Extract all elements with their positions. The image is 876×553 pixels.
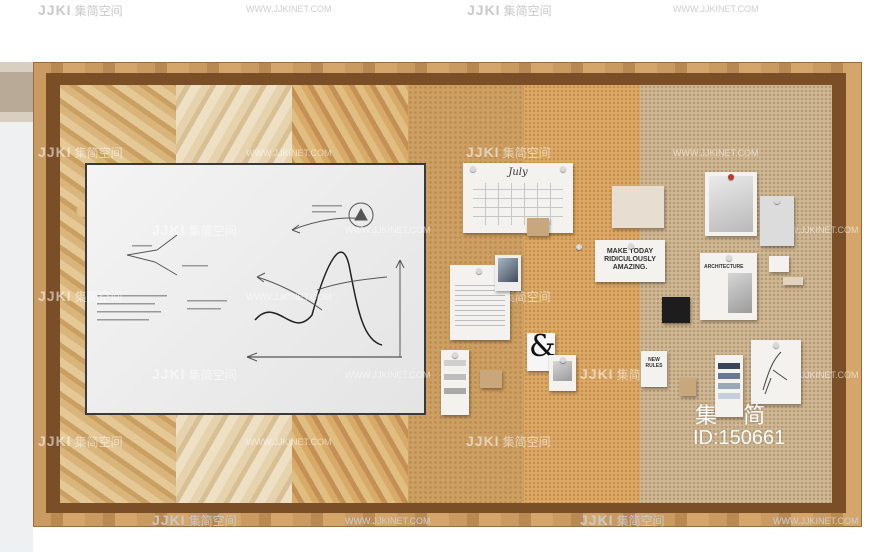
top-watermark-logo-2: JJKI 集简空间 — [467, 2, 552, 18]
photo-image — [498, 258, 518, 282]
board-watermark-logo-9: JJKI 集简空间 — [466, 144, 551, 160]
pin — [452, 352, 458, 358]
note-tag-3 — [680, 378, 696, 396]
board-watermark-logo-7: JJKI 集简空间 — [466, 433, 551, 449]
small-poster-text: NEW RULES — [645, 357, 663, 369]
dark-pattern-card — [662, 297, 690, 323]
id-watermark-chars: 集 简 — [695, 403, 776, 428]
figure-sketch-drawing — [762, 351, 788, 395]
figure-sketch — [751, 340, 801, 404]
pin — [773, 342, 779, 348]
sketch-image — [553, 361, 572, 381]
text-lines — [455, 285, 505, 330]
window — [0, 122, 33, 552]
note-tag — [527, 218, 549, 236]
calendar-grid — [473, 183, 563, 225]
architecture-card-text: ARCHITECTURE — [704, 264, 744, 270]
board-watermark-url-7: WWW.JJKINET.COM — [673, 148, 759, 158]
board-watermark-logo-1: JJKI 集简空间 — [152, 222, 237, 238]
pin — [774, 198, 780, 204]
board-watermark-url-6: WWW.JJKINET.COM — [246, 148, 332, 158]
small-white-note — [769, 256, 789, 272]
pin — [560, 166, 566, 172]
calendar-sheet: July — [463, 163, 573, 233]
pin — [560, 357, 566, 363]
pin — [476, 268, 482, 274]
wall-stripe — [0, 72, 35, 112]
board-watermark-logo-4: JJKI 集简空间 — [152, 366, 237, 382]
pin — [576, 244, 582, 250]
note-tag-2 — [480, 370, 502, 388]
swatch — [444, 360, 466, 366]
swatch-card — [441, 350, 469, 415]
board-watermark-url-1: WWW.JJKINET.COM — [345, 225, 431, 235]
board-watermark-logo-8: JJKI 集简空间 — [38, 144, 123, 160]
bottom-watermark-logo-2: JJKI 集简空间 — [580, 512, 665, 528]
id-watermark-code: ID:150661 — [693, 427, 786, 449]
small-poster: NEW RULES — [641, 351, 667, 387]
top-watermark-url-2: WWW.JJKINET.COM — [673, 4, 759, 14]
small-tan-note — [783, 277, 803, 285]
pin — [470, 166, 476, 172]
bottom-watermark-url-1: WWW.JJKINET.COM — [345, 516, 431, 526]
board-watermark-logo-2: JJKI 集简空间 — [38, 288, 123, 304]
beige-card — [612, 186, 664, 228]
architecture-image — [728, 273, 752, 313]
red-pin — [728, 174, 734, 180]
vase-photo — [705, 172, 757, 236]
quote-poster-text: MAKE TODAY RIDICULOUSLY AMAZING. — [604, 248, 656, 271]
pin — [628, 243, 634, 249]
vase-image — [709, 176, 753, 232]
photo-card — [495, 255, 521, 291]
bottom-watermark-url-2: WWW.JJKINET.COM — [773, 516, 859, 526]
calendar-title: July — [508, 167, 528, 178]
swatch — [444, 374, 466, 380]
swatch — [718, 363, 740, 369]
bottom-watermark-logo-1: JJKI 集简空间 — [152, 512, 237, 528]
board-watermark-logo-6: JJKI 集简空间 — [38, 433, 123, 449]
top-watermark-url-1: WWW.JJKINET.COM — [246, 4, 332, 14]
swatch — [718, 383, 740, 389]
top-watermark-logo-1: JJKI 集简空间 — [38, 2, 123, 18]
pin — [726, 255, 732, 261]
board-watermark-url-5: WWW.JJKINET.COM — [246, 437, 332, 447]
architecture-card: ARCHITECTURE — [700, 253, 757, 320]
board-watermark-url-2: WWW.JJKINET.COM — [246, 292, 332, 302]
board-watermark-url-3: WWW.JJKINET.COM — [345, 370, 431, 380]
swatch — [718, 373, 740, 379]
swatch — [444, 388, 466, 394]
